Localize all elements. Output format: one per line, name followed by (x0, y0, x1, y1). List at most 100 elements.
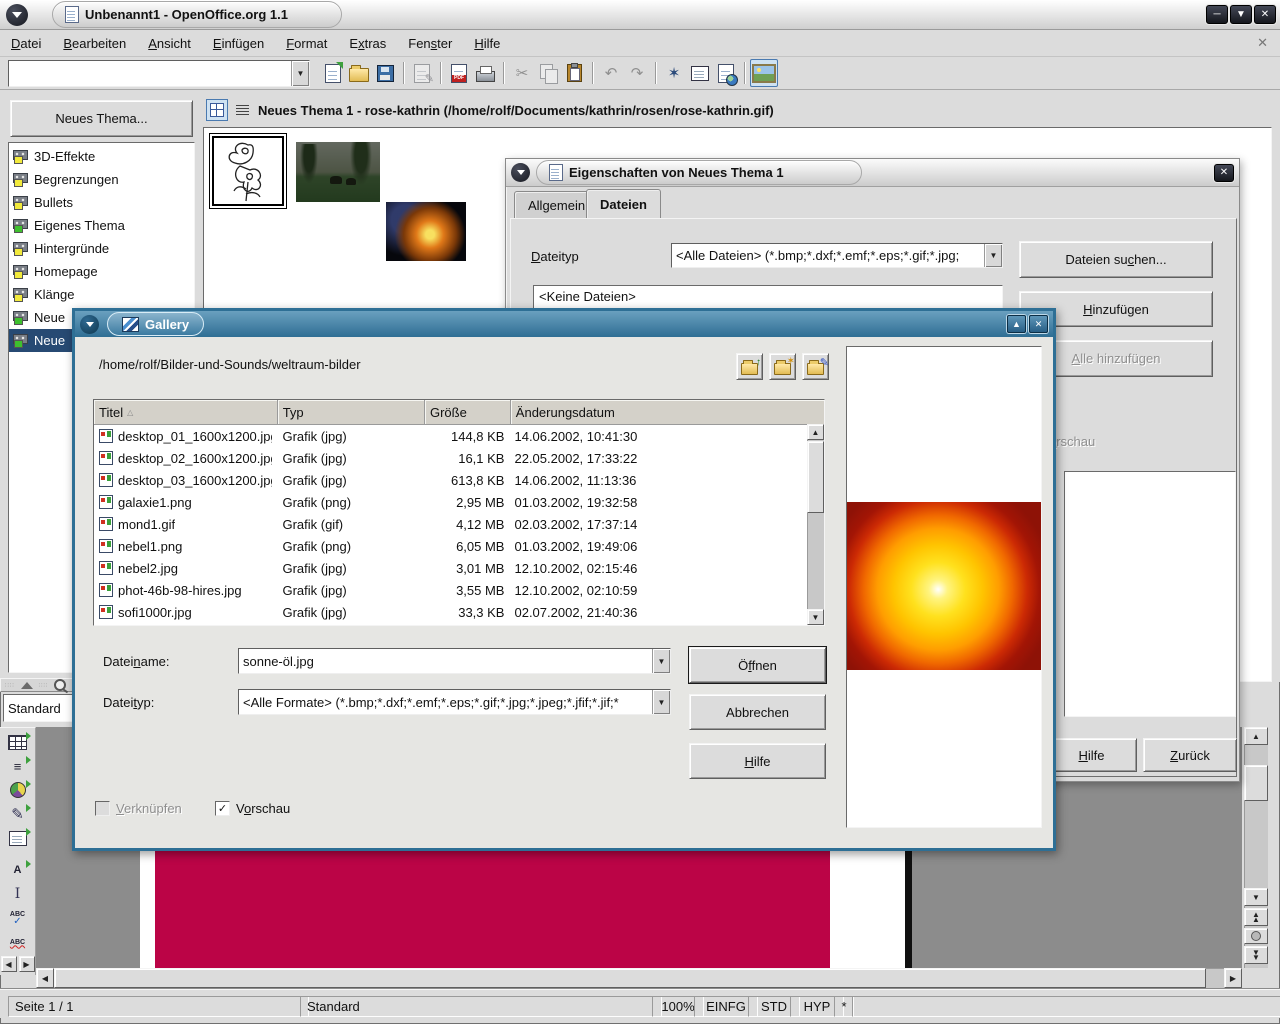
thumbnail-rose-kathrin[interactable] (212, 136, 284, 206)
collapse-arrow-icon[interactable] (21, 682, 33, 689)
file-format-combobox[interactable]: <Alle Formate> (*.bmp;*.dxf;*.emf;*.eps;… (238, 689, 671, 715)
shade-button[interactable]: ▲ (1007, 315, 1026, 333)
gallery-theme-item[interactable]: 3D-Effekte (9, 145, 194, 168)
file-row[interactable]: desktop_03_1600x1200.jpg Grafik (jpg) 61… (94, 469, 824, 491)
menu-item[interactable]: Format (275, 30, 338, 56)
column-header-typ[interactable]: Typ (278, 400, 425, 424)
auto-spellcheck-button[interactable]: ABC (4, 930, 32, 954)
level-up-button[interactable]: ↑ (736, 353, 763, 380)
scroll-up-button[interactable]: ▲ (1244, 727, 1268, 745)
scroll-up-button[interactable]: ▲ (807, 424, 824, 440)
url-combobox[interactable]: ▼ (8, 60, 310, 87)
file-row[interactable]: desktop_02_1600x1200.jpg Grafik (jpg) 16… (94, 447, 824, 469)
navigation-dot-button[interactable] (1244, 928, 1268, 944)
dialog-close-button[interactable]: ✕ (1029, 315, 1048, 333)
edit-file-button[interactable]: ✎ (409, 60, 435, 86)
minimize-button[interactable]: ─ (1206, 5, 1228, 24)
close-document-icon[interactable]: ✕ (1257, 35, 1268, 51)
copy-button[interactable] (535, 60, 561, 86)
column-header-titel[interactable]: Titel△ (94, 400, 278, 424)
dialog-menu-button[interactable] (511, 163, 530, 182)
gallery-theme-item[interactable]: Klänge (9, 283, 194, 306)
file-row[interactable]: nebel1.png Grafik (png) 6,05 MB 01.03.20… (94, 535, 824, 557)
paste-button[interactable] (561, 60, 587, 86)
file-row[interactable]: phot-46b-98-hires.jpg Grafik (jpg) 3,55 … (94, 579, 824, 601)
dropdown-icon[interactable]: ▼ (652, 690, 670, 714)
insert-table-button[interactable] (4, 730, 32, 754)
column-header-groesse[interactable]: Größe (425, 400, 511, 424)
insert-button[interactable]: ≡ (4, 754, 32, 778)
file-row[interactable]: mond1.gif Grafik (gif) 4,12 MB 02.03.200… (94, 513, 824, 535)
horizontal-scroll-thumb[interactable] (54, 968, 1206, 988)
cancel-button[interactable]: Abbrechen (689, 694, 826, 730)
close-button[interactable]: ✕ (1254, 5, 1276, 24)
menu-item[interactable]: Datei (0, 30, 52, 56)
direct-cursor-button[interactable]: I (4, 882, 32, 906)
next-page-button[interactable]: ▼▼ (1244, 946, 1268, 964)
tab-dateien[interactable]: Dateien (586, 189, 661, 218)
checkbox-checked-icon[interactable]: ✓ (215, 801, 230, 816)
page-style-status[interactable]: Standard (300, 996, 662, 1017)
dialog-close-button[interactable]: ✕ (1214, 164, 1234, 182)
horizontal-scrollbar[interactable]: ◀ ▶ (36, 968, 1242, 988)
link-checkbox[interactable]: Verknüpfen (95, 801, 182, 816)
menu-item[interactable]: Bearbeiten (52, 30, 137, 56)
back-button[interactable]: Zurück (1143, 738, 1237, 772)
menu-item[interactable]: Ansicht (137, 30, 202, 56)
dialog-menu-button[interactable] (80, 315, 99, 334)
thumbnail-nebula[interactable] (386, 202, 466, 261)
url-dropdown-icon[interactable]: ▼ (291, 61, 309, 86)
maximize-button[interactable]: ▼ (1230, 5, 1252, 24)
find-files-button[interactable]: Dateien suchen... (1019, 241, 1213, 278)
open-document-button[interactable] (346, 60, 372, 86)
insert-frame-button[interactable] (4, 826, 32, 850)
file-type-combobox[interactable]: <Alle Dateien> (*.bmp;*.dxf;*.emf;*.eps;… (671, 243, 1003, 268)
paragraph-style-box[interactable]: Standard (3, 694, 76, 722)
previous-page-button[interactable]: ▲▲ (1244, 908, 1268, 926)
text-animation-button[interactable]: A (4, 858, 32, 882)
menu-item[interactable]: Fenster (397, 30, 463, 56)
thumbnail-horses[interactable] (296, 142, 380, 202)
new-document-button[interactable] (320, 60, 346, 86)
column-header-aenderungsdatum[interactable]: Änderungsdatum (511, 400, 824, 424)
file-row[interactable]: desktop_01_1600x1200.jpg Grafik (jpg) 14… (94, 425, 824, 447)
url-input[interactable] (9, 61, 291, 86)
dropdown-icon[interactable]: ▼ (984, 244, 1002, 267)
preview-checkbox[interactable]: ✓ Vorschau (215, 801, 290, 816)
file-row[interactable]: nebel2.jpg Grafik (jpg) 3,01 MB 12.10.20… (94, 557, 824, 579)
window-menu-button[interactable] (6, 4, 28, 26)
vertical-scroll-thumb[interactable] (1244, 765, 1268, 801)
file-row[interactable]: galaxie1.png Grafik (png) 2,95 MB 01.03.… (94, 491, 824, 513)
icon-view-button[interactable] (206, 99, 228, 121)
detail-view-button[interactable] (231, 99, 253, 121)
toolbar-scroll-left-button[interactable]: ◀ (1, 956, 17, 972)
insert-object-button[interactable] (4, 778, 32, 802)
new-theme-button[interactable]: Neues Thema... (10, 100, 193, 137)
save-document-button[interactable] (372, 60, 398, 86)
gallery-button[interactable] (750, 59, 778, 87)
checkbox-icon[interactable] (95, 801, 110, 816)
scroll-left-button[interactable]: ◀ (36, 968, 54, 988)
gallery-theme-item[interactable]: Begrenzungen (9, 168, 194, 191)
navigator-button[interactable]: ✶ (661, 60, 687, 86)
redo-button[interactable]: ↷ (624, 60, 650, 86)
file-dialog-help-button[interactable]: Hilfe (689, 743, 826, 779)
default-directory-button[interactable]: ✎ (802, 353, 829, 380)
vertical-scrollbar[interactable]: ▲ ▼ ▲▲ ▼▼ (1244, 727, 1268, 968)
draw-functions-button[interactable]: ✎ (4, 802, 32, 826)
file-name-combobox[interactable]: sonne-öl.jpg ▼ (238, 648, 671, 674)
menu-item[interactable]: Hilfe (463, 30, 511, 56)
file-row[interactable]: sofi1000r.jpg Grafik (jpg) 33,3 KB 02.07… (94, 601, 824, 623)
gallery-theme-item[interactable]: Bullets (9, 191, 194, 214)
gallery-theme-item[interactable]: Hintergründe (9, 237, 194, 260)
properties-help-button[interactable]: Hilfe (1046, 738, 1137, 772)
scroll-down-button[interactable]: ▼ (807, 609, 824, 625)
stylist-button[interactable] (687, 60, 713, 86)
scroll-right-button[interactable]: ▶ (1224, 968, 1242, 988)
gallery-theme-item[interactable]: Eigenes Thema (9, 214, 194, 237)
spellcheck-button[interactable]: ABC✓ (4, 906, 32, 930)
toolbar-scroll-right-button[interactable]: ▶ (19, 956, 35, 972)
print-button[interactable] (472, 60, 498, 86)
undo-button[interactable]: ↶ (598, 60, 624, 86)
menu-item[interactable]: Extras (338, 30, 397, 56)
